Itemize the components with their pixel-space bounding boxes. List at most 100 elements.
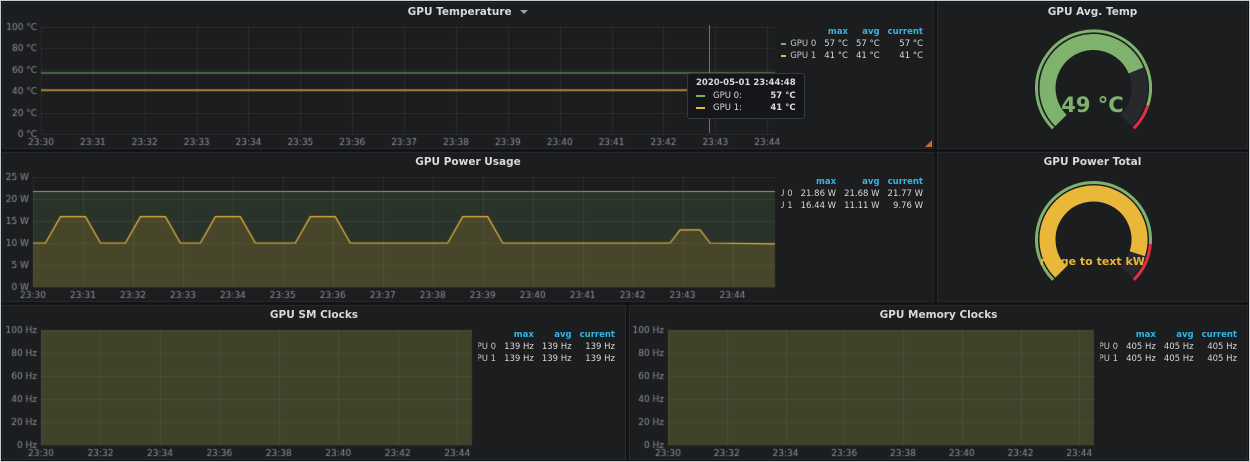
tooltip-series-value: 41 °C <box>770 102 795 114</box>
legend-column-header[interactable]: max <box>797 176 840 188</box>
gauge-value: 49 °C <box>938 93 1247 117</box>
legend-series-toggle[interactable]: GPU 1 <box>1100 353 1122 365</box>
legend-column-header[interactable]: avg <box>840 176 883 188</box>
legend-series-toggle[interactable]: GPU 0 <box>781 188 797 200</box>
legend-series-toggle[interactable]: GPU 1 <box>781 50 820 62</box>
tooltip-row: GPU 1:41 °C <box>696 102 796 114</box>
legend-stat-value: 139 Hz <box>538 353 576 365</box>
legend-stat-value: 139 Hz <box>576 341 619 353</box>
legend-column-header[interactable]: current <box>884 176 927 188</box>
gauge-arc <box>938 21 1249 147</box>
panel-gpu-memory-clocks: GPU Memory Clocks maxavgcurrentGPU 0405 … <box>629 305 1248 460</box>
panel-header[interactable]: GPU Memory Clocks <box>630 306 1247 324</box>
legend-series-toggle[interactable]: GPU 0 <box>781 38 820 50</box>
legend-stat-value: 57 °C <box>884 38 927 50</box>
legend-row: GPU 1139 Hz139 Hz139 Hz <box>478 353 619 365</box>
legend-column-header[interactable]: avg <box>538 329 576 341</box>
sm-clocks-legend: maxavgcurrentGPU 0139 Hz139 Hz139 HzGPU … <box>478 324 625 459</box>
memory-clocks-chart[interactable] <box>630 324 1100 459</box>
legend-stat-value: 41 °C <box>820 50 852 62</box>
tooltip-row: GPU 0: 57 °C <box>696 90 796 102</box>
tooltip-timestamp: 2020-05-01 23:44:48 <box>696 78 796 88</box>
legend-stat-value: 11.11 W <box>840 200 883 212</box>
legend-series-toggle[interactable]: GPU 0 <box>478 341 500 353</box>
legend-header-row: maxavgcurrent <box>781 176 927 188</box>
power-usage-legend: maxavgcurrentGPU 021.86 W21.68 W21.77 WG… <box>781 171 933 301</box>
legend-stat-value: 16.44 W <box>797 200 840 212</box>
chart-tooltip: 2020-05-01 23:44:48 GPU 0: 57 °CGPU 1:41 … <box>687 73 805 119</box>
legend-column-header[interactable]: avg <box>852 26 884 38</box>
series-color-swatch <box>696 95 705 97</box>
legend-table: maxavgcurrentGPU 0139 Hz139 Hz139 HzGPU … <box>478 329 619 365</box>
legend-stat-value: 21.86 W <box>797 188 840 200</box>
legend-stat-value: 405 Hz <box>1122 353 1160 365</box>
panel-gpu-power-total: GPU Power Total range to text kW <box>937 152 1248 302</box>
legend-row: GPU 141 °C41 °C41 °C <box>781 50 927 62</box>
panel-header[interactable]: GPU Power Total <box>938 153 1247 171</box>
series-color-swatch <box>696 107 705 109</box>
legend-table: maxavgcurrentGPU 057 °C57 °C57 °CGPU 141… <box>781 26 927 62</box>
tooltip-series-value: 57 °C <box>770 90 795 102</box>
legend-series-toggle[interactable]: GPU 1 <box>781 200 797 212</box>
legend-stat-value: 405 Hz <box>1198 353 1241 365</box>
legend-column-header[interactable]: max <box>500 329 538 341</box>
panel-header[interactable]: GPU Power Usage <box>3 153 933 171</box>
legend-header-row: maxavgcurrent <box>478 329 619 341</box>
panel-title-text: GPU Avg. Temp <box>1048 6 1138 18</box>
legend-series-toggle[interactable]: GPU 1 <box>478 353 500 365</box>
legend-column-header[interactable]: current <box>1198 329 1241 341</box>
legend-stat-value: 41 °C <box>884 50 927 62</box>
panel-header[interactable]: GPU Avg. Temp <box>938 3 1247 21</box>
avg-temp-gauge: 49 °C <box>938 21 1247 148</box>
series-color-swatch <box>781 55 786 57</box>
legend-stat-value: 139 Hz <box>538 341 576 353</box>
panel-gpu-sm-clocks: GPU SM Clocks maxavgcurrentGPU 0139 Hz13… <box>2 305 626 460</box>
legend-stat-value: 21.77 W <box>884 188 927 200</box>
power-total-gauge: range to text kW <box>938 171 1247 301</box>
sm-clocks-chart[interactable] <box>3 324 478 459</box>
panel-title-text: GPU Memory Clocks <box>880 309 998 321</box>
legend-column-header[interactable]: current <box>884 26 927 38</box>
legend-row: GPU 0139 Hz139 Hz139 Hz <box>478 341 619 353</box>
gauge-value: range to text kW <box>938 255 1247 268</box>
legend-column-header[interactable]: max <box>1122 329 1160 341</box>
panel-gpu-power-usage: GPU Power Usage maxavgcurrentGPU 021.86 … <box>2 152 934 302</box>
legend-row: GPU 116.44 W11.11 W9.76 W <box>781 200 927 212</box>
legend-row: GPU 057 °C57 °C57 °C <box>781 38 927 50</box>
legend-stat-value: 405 Hz <box>1160 341 1198 353</box>
tooltip-series-name: GPU 0: <box>713 90 742 102</box>
legend-stat-value: 405 Hz <box>1122 341 1160 353</box>
temperature-chart[interactable] <box>3 21 781 148</box>
legend-stat-value: 57 °C <box>820 38 852 50</box>
power-usage-chart[interactable] <box>3 171 781 301</box>
legend-column-header[interactable]: max <box>820 26 852 38</box>
legend-stat-value: 405 Hz <box>1160 353 1198 365</box>
legend-stat-value: 9.76 W <box>884 200 927 212</box>
legend-row: GPU 0405 Hz405 Hz405 Hz <box>1100 341 1241 353</box>
legend-table: maxavgcurrentGPU 0405 Hz405 Hz405 HzGPU … <box>1100 329 1241 365</box>
legend-stat-value: 21.68 W <box>840 188 883 200</box>
panel-title-text: GPU Temperature <box>408 6 512 18</box>
memory-clocks-legend: maxavgcurrentGPU 0405 Hz405 Hz405 HzGPU … <box>1100 324 1247 459</box>
panel-title-text: GPU Power Usage <box>415 156 521 168</box>
panel-header[interactable]: GPU SM Clocks <box>3 306 625 324</box>
legend-series-toggle[interactable]: GPU 0 <box>1100 341 1122 353</box>
gauge-arc <box>938 171 1249 300</box>
legend-column-header[interactable]: avg <box>1160 329 1198 341</box>
legend-row: GPU 1405 Hz405 Hz405 Hz <box>1100 353 1241 365</box>
legend-stat-value: 139 Hz <box>576 353 619 365</box>
chevron-down-icon[interactable] <box>520 10 528 14</box>
legend-table: maxavgcurrentGPU 021.86 W21.68 W21.77 WG… <box>781 176 927 212</box>
legend-row: GPU 021.86 W21.68 W21.77 W <box>781 188 927 200</box>
panel-title-text: GPU SM Clocks <box>270 309 358 321</box>
grafana-dashboard: GPU Temperature maxavgcurrentGPU 057 °C5… <box>0 0 1250 462</box>
series-color-swatch <box>781 43 786 45</box>
panel-resize-handle[interactable] <box>925 140 932 147</box>
panel-gpu-avg-temp: GPU Avg. Temp 49 °C <box>937 2 1248 149</box>
legend-column-header[interactable]: current <box>576 329 619 341</box>
legend-stat-value: 57 °C <box>852 38 884 50</box>
legend-header-row: maxavgcurrent <box>781 26 927 38</box>
legend-stat-value: 139 Hz <box>500 341 538 353</box>
panel-header[interactable]: GPU Temperature <box>3 3 933 21</box>
panel-title-text: GPU Power Total <box>1044 156 1142 168</box>
